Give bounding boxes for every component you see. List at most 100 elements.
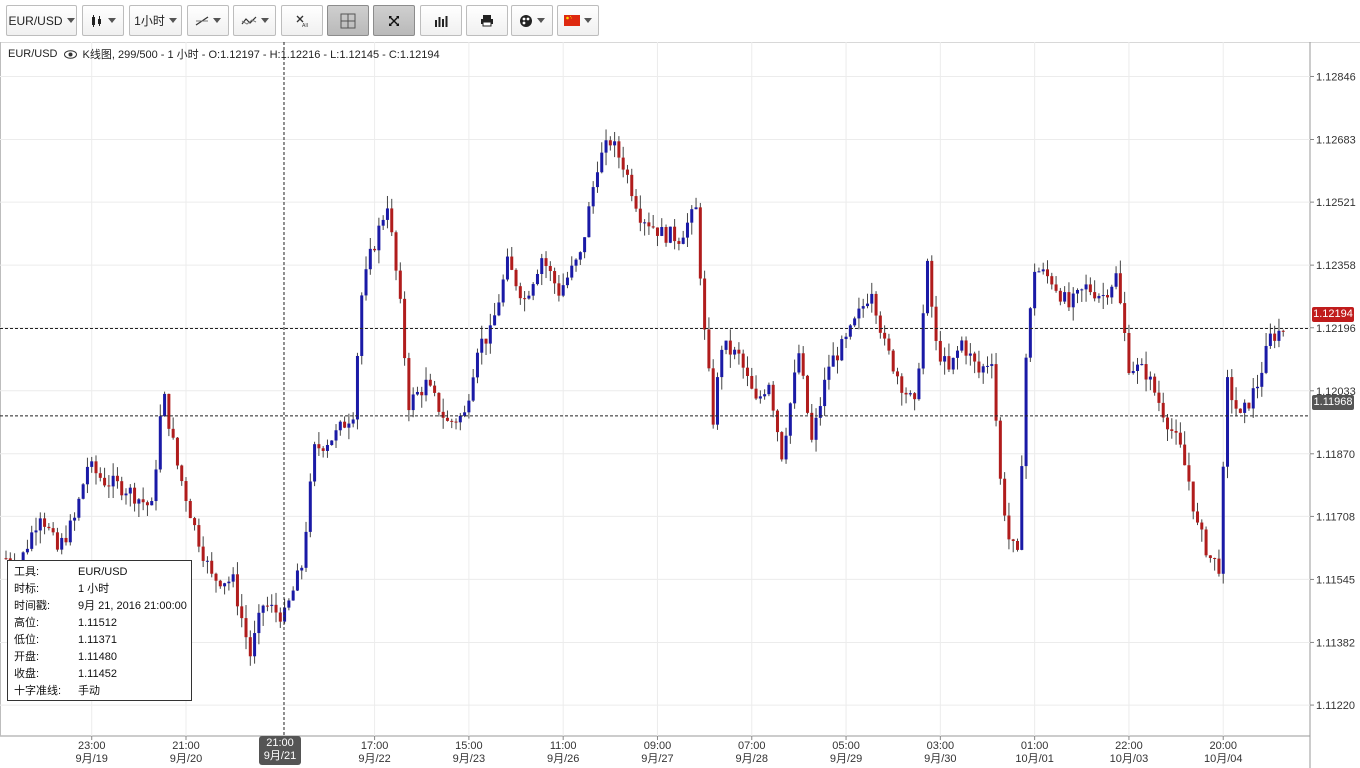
candle [475, 348, 479, 384]
candle-body [930, 260, 934, 307]
candle-body [917, 368, 921, 400]
candle [870, 282, 874, 313]
candle [167, 393, 171, 437]
instrument-select-button[interactable]: EUR/USD [6, 5, 77, 36]
candle-body [535, 273, 539, 285]
candle-body [1071, 293, 1075, 308]
candle-body [317, 444, 321, 449]
candle [861, 298, 865, 318]
settings-button[interactable] [511, 5, 553, 36]
candle-body [34, 530, 38, 533]
candle-body [1178, 432, 1182, 445]
candle-body [600, 152, 604, 173]
candle [977, 350, 981, 379]
candle-body [1140, 364, 1144, 366]
indicators-button[interactable] [233, 5, 276, 36]
candle-body [1217, 558, 1221, 574]
candle [540, 253, 544, 286]
candle-body [493, 315, 497, 326]
candle [754, 375, 758, 401]
candle-body [253, 633, 257, 657]
print-button[interactable] [466, 5, 508, 36]
candle [595, 161, 599, 193]
candle-body [454, 421, 458, 423]
drawing-tools-button[interactable] [187, 5, 229, 36]
delete-all-button[interactable]: All [281, 5, 323, 36]
candle [904, 387, 908, 404]
candle [703, 270, 707, 340]
candle-body [660, 227, 664, 236]
candle [578, 251, 582, 265]
x-tick-date: 9月/19 [76, 753, 108, 765]
volume-button[interactable] [420, 5, 462, 36]
candle [1247, 402, 1251, 411]
candle [4, 550, 8, 560]
candle-body [107, 485, 111, 487]
chart-area[interactable]: 1.12846 1.12683 1.12521 1.12358 1.12196 1.120… [0, 42, 1360, 768]
candlestick-icon [92, 14, 101, 27]
candle-body [1264, 345, 1268, 373]
candle-body [1281, 330, 1285, 332]
candle-body [235, 574, 239, 607]
candle [471, 368, 475, 402]
candle-body [240, 606, 244, 619]
candle-body [1251, 388, 1255, 409]
candle-body [797, 353, 801, 373]
candle-body [938, 340, 942, 362]
candle [428, 373, 432, 387]
candle [1020, 455, 1024, 551]
candle [570, 256, 574, 281]
tooltip-key: 时标: [14, 583, 40, 595]
candle-body [445, 417, 449, 421]
candle-body [857, 308, 861, 319]
timeframe-select-button[interactable]: 1小时 [129, 5, 182, 36]
palette-icon [520, 14, 532, 27]
candlestick-chart[interactable]: 1.128461.126831.125211.123581.121961.120… [0, 42, 1360, 768]
candle [878, 311, 882, 339]
candle [527, 290, 531, 300]
candle-body [947, 356, 951, 370]
timeframe-label: 1小时 [134, 14, 165, 28]
crosshair-toggle-button[interactable] [327, 5, 369, 36]
language-button[interactable] [557, 5, 599, 36]
candle-body [38, 518, 42, 531]
candle-body [373, 248, 377, 251]
x-tick-time: 03:00 [927, 740, 955, 752]
candle-body [630, 174, 634, 197]
candle-body [771, 384, 775, 411]
candle-body [248, 637, 252, 657]
candle [1118, 260, 1122, 305]
y-tick-label: 1.11708 [1316, 511, 1355, 523]
candle-body [394, 232, 398, 271]
candle [64, 525, 68, 546]
candle-body [1088, 284, 1092, 293]
candle-body [1050, 276, 1054, 285]
candle [103, 467, 107, 488]
tooltip-value: 1 小时 [78, 583, 110, 595]
candle-body [1076, 289, 1079, 294]
candle [347, 413, 351, 440]
fullscreen-button[interactable] [373, 5, 415, 36]
candle-body [274, 604, 278, 613]
y-tick-label: 1.12196 [1316, 323, 1356, 335]
candle-body [218, 580, 222, 587]
candle-body [694, 207, 698, 210]
candle [733, 346, 737, 360]
candle [728, 329, 732, 368]
candle-body [343, 421, 347, 428]
candle [493, 302, 497, 326]
chart-type-button[interactable] [82, 5, 124, 36]
candle-body [617, 141, 621, 158]
x-tick-time: 17:00 [361, 740, 389, 752]
candle [253, 620, 257, 664]
candle [1015, 538, 1019, 552]
candle-body [613, 141, 617, 146]
eye-icon[interactable] [63, 49, 77, 59]
candle [163, 391, 167, 417]
info-details: K线图, 299/500 - 1 小时 - O:1.12197 - H:1.12… [82, 49, 440, 61]
candle [1196, 502, 1200, 526]
crosshair-date: 9月/21 [263, 750, 297, 762]
candle-body [497, 302, 501, 316]
candle-body [25, 548, 29, 553]
candle-body [368, 248, 372, 270]
